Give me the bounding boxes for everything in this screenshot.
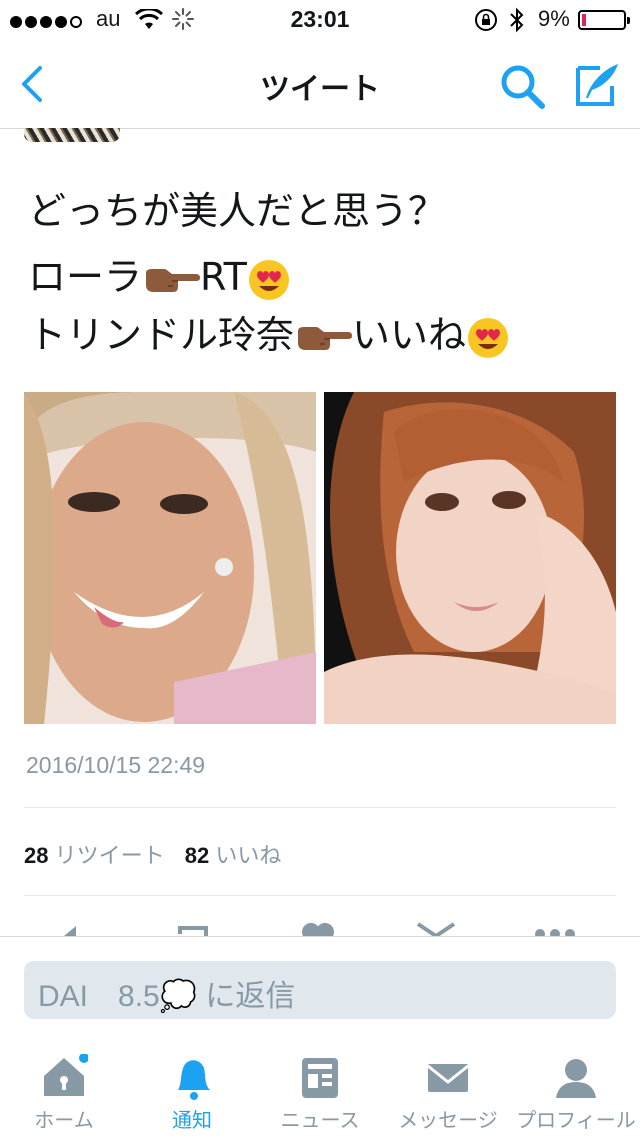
- retweet-count[interactable]: 28: [24, 843, 48, 868]
- battery-icon: [578, 10, 630, 30]
- battery-percent: 9%: [538, 6, 570, 31]
- reply-icon[interactable]: [60, 922, 90, 936]
- pointing-right-emoji-icon: [146, 268, 201, 292]
- tweet-stats: 28 リツイート 82 いいね: [24, 838, 295, 870]
- more-icon[interactable]: [532, 922, 578, 936]
- tweet-text-line: トリンドル玲奈 いいね: [28, 306, 618, 364]
- tab-notifications-label: 通知: [172, 1108, 212, 1132]
- tweet-text-fragment: いいね: [352, 313, 467, 357]
- divider: [24, 895, 616, 896]
- retweet-icon[interactable]: [176, 922, 216, 936]
- status-bar: au 23:01 9%: [0, 0, 640, 40]
- tweet-text-line: どっちが美人だと思う？: [28, 189, 447, 233]
- home-icon: [44, 1054, 88, 1096]
- profile-icon: [556, 1059, 596, 1098]
- heart-eyes-emoji-icon: [468, 317, 509, 358]
- like-icon[interactable]: [300, 922, 336, 936]
- rotation-lock-icon: [475, 9, 497, 31]
- tweet-text: どっちが美人だと思う？ ローラ RT トリンドル玲奈 いいね: [28, 182, 618, 364]
- heart-eyes-emoji-icon: [248, 259, 289, 300]
- tweet-timestamp: 2016/10/15 22:49: [26, 752, 206, 778]
- envelope-icon: [427, 1064, 469, 1092]
- news-icon: [302, 1058, 338, 1098]
- tweet-text-fragment: RT: [200, 255, 247, 299]
- tab-messages-label: メッセージ: [398, 1108, 498, 1132]
- like-label[interactable]: いいね: [215, 843, 281, 868]
- tweet-text-line: ローラ RT: [28, 248, 618, 306]
- retweet-label[interactable]: リツイート: [55, 843, 165, 868]
- tab-notifications[interactable]: 通知: [128, 1036, 256, 1136]
- reply-composer: DAI 8.5💭 に返信: [0, 936, 640, 1037]
- reply-placeholder: DAI 8.5💭 に返信: [38, 980, 296, 1013]
- tweet-photo-left[interactable]: [24, 392, 316, 724]
- bluetooth-icon: [510, 7, 524, 33]
- tab-profile[interactable]: プロフィール: [512, 1036, 640, 1136]
- compose-tweet-icon[interactable]: [572, 60, 622, 110]
- tab-profile-label: プロフィール: [516, 1108, 636, 1132]
- pointing-right-emoji-icon: [298, 326, 353, 350]
- tweet-text-fragment: ローラ: [28, 255, 143, 299]
- envelope-icon[interactable]: [416, 922, 456, 936]
- like-count[interactable]: 82: [185, 843, 209, 868]
- tab-home[interactable]: ホーム: [0, 1036, 128, 1136]
- bell-icon: [178, 1060, 210, 1100]
- tab-messages[interactable]: メッセージ: [384, 1036, 512, 1136]
- tab-bar: ホーム 通知 ニュース メッセージ プロフィール: [0, 1036, 640, 1136]
- search-icon[interactable]: [498, 62, 546, 110]
- navigation-bar: ツイート: [0, 40, 640, 129]
- avatar[interactable]: [24, 128, 120, 142]
- reply-input[interactable]: DAI 8.5💭 に返信: [24, 961, 616, 1019]
- tab-news[interactable]: ニュース: [256, 1036, 384, 1136]
- tweet-text-fragment: トリンドル玲奈: [28, 313, 295, 357]
- tab-news-label: ニュース: [280, 1108, 360, 1132]
- battery-level: [582, 14, 586, 26]
- tweet-photo-right[interactable]: [324, 392, 616, 724]
- divider: [24, 807, 616, 808]
- tweet-actions: [0, 922, 640, 936]
